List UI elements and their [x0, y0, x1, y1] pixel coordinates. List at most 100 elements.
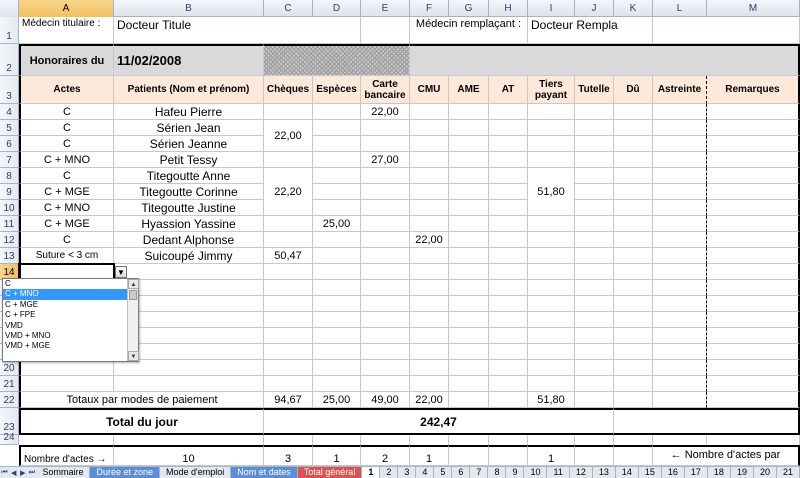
data-cell[interactable] — [614, 152, 653, 168]
total-carte[interactable]: 49,00 — [361, 392, 410, 408]
nombre-du[interactable] — [614, 445, 653, 466]
empty-cell[interactable] — [361, 264, 410, 280]
spacer-cell[interactable] — [410, 435, 449, 445]
header-12[interactable]: Remarques — [707, 76, 800, 104]
column-header-C[interactable]: C — [264, 0, 313, 17]
empty-cell[interactable] — [489, 344, 528, 360]
empty-cell[interactable] — [575, 312, 614, 328]
scroll-thumb[interactable] — [129, 290, 137, 300]
header-10[interactable]: Dû — [614, 76, 653, 104]
data-cell[interactable] — [449, 136, 489, 152]
data-cell[interactable] — [489, 200, 528, 216]
sheet-tab[interactable]: 17 — [685, 466, 708, 478]
empty-cell[interactable] — [528, 312, 575, 328]
row-header-2[interactable]: 2 — [0, 44, 19, 76]
sheet-tab[interactable]: 19 — [731, 466, 754, 478]
data-cell[interactable] — [528, 104, 575, 120]
scroll-down-icon[interactable]: ▼ — [128, 351, 139, 361]
data-cell[interactable] — [528, 152, 575, 168]
honoraires-label[interactable]: Honoraires du — [19, 44, 114, 76]
empty-cell[interactable] — [313, 376, 361, 392]
row-header-21[interactable]: 21 — [0, 376, 19, 392]
data-cell[interactable] — [313, 104, 361, 120]
sheet-tab[interactable]: 5 — [434, 466, 453, 478]
data-cell[interactable] — [575, 200, 614, 216]
empty-cell[interactable] — [489, 280, 528, 296]
sheet-tab[interactable]: Durée et zone — [90, 466, 160, 478]
acte-cell[interactable]: C — [19, 136, 114, 152]
empty-cell[interactable] — [264, 312, 313, 328]
merged-cheque-5-6[interactable]: 22,00 — [264, 120, 313, 152]
empty-cell[interactable] — [614, 296, 653, 312]
data-cell[interactable] — [614, 104, 653, 120]
empty-cell[interactable] — [528, 328, 575, 344]
empty-cell[interactable] — [653, 264, 707, 280]
empty-cell[interactable] — [361, 280, 410, 296]
empty-cell[interactable] — [653, 280, 707, 296]
patient-name[interactable]: Petit Tessy — [114, 152, 264, 168]
data-cell[interactable] — [707, 168, 800, 184]
data-cell[interactable] — [410, 216, 449, 232]
empty-cell[interactable] — [410, 264, 449, 280]
data-cell[interactable] — [361, 248, 410, 264]
row-header-7[interactable]: 7 — [0, 152, 19, 168]
acte-cell[interactable]: Suture < 3 cm — [19, 248, 114, 264]
data-cell[interactable] — [313, 184, 361, 200]
data-cell[interactable] — [410, 248, 449, 264]
sheet-tab[interactable]: 4 — [416, 466, 435, 478]
empty-cell[interactable] — [653, 376, 707, 392]
header-8[interactable]: Tiers payant — [528, 76, 575, 104]
data-cell[interactable] — [410, 152, 449, 168]
data-cell[interactable] — [264, 232, 313, 248]
data-cell[interactable] — [410, 136, 449, 152]
dropdown-scrollbar[interactable]: ▲ ▼ — [127, 279, 139, 361]
row-header-9[interactable]: 9 — [0, 184, 19, 200]
sheet-tab[interactable]: 16 — [662, 466, 685, 478]
sheet-tab[interactable]: Total général — [297, 466, 363, 478]
total-jour-filler[interactable] — [614, 408, 800, 435]
column-header-M[interactable]: M — [707, 0, 800, 17]
total-cmu[interactable]: 22,00 — [410, 392, 449, 408]
data-cell[interactable] — [449, 120, 489, 136]
data-cell[interactable] — [575, 168, 614, 184]
patient-name[interactable]: Hafeu Pierre — [114, 104, 264, 120]
data-cell[interactable] — [575, 136, 614, 152]
data-cell[interactable] — [653, 232, 707, 248]
tab-nav-icon[interactable]: ◀ — [9, 469, 18, 477]
merged-cheque-8-10[interactable]: 22,20 — [264, 168, 313, 216]
dropdown-option[interactable]: C + MGE — [3, 300, 138, 310]
dropdown-option[interactable]: C — [3, 279, 138, 289]
empty-cell[interactable] — [313, 264, 361, 280]
patient-name[interactable]: Hyassion Yassine — [114, 216, 264, 232]
empty-cell[interactable] — [614, 344, 653, 360]
empty-cell[interactable] — [528, 264, 575, 280]
data-cell[interactable] — [361, 232, 410, 248]
total-astreinte[interactable] — [653, 392, 707, 408]
cell-E1[interactable] — [361, 17, 410, 44]
empty-cell[interactable] — [264, 376, 313, 392]
column-header-D[interactable]: D — [313, 0, 361, 17]
empty-cell[interactable] — [313, 360, 361, 376]
empty-cell[interactable] — [614, 376, 653, 392]
dropdown-option[interactable]: VMD + MNO — [3, 331, 138, 341]
data-cell[interactable] — [410, 104, 449, 120]
column-header-E[interactable]: E — [361, 0, 410, 17]
data-cell[interactable] — [410, 200, 449, 216]
data-cell[interactable] — [575, 216, 614, 232]
empty-cell[interactable] — [707, 328, 800, 344]
empty-cell[interactable] — [361, 376, 410, 392]
empty-cell[interactable] — [449, 376, 489, 392]
nombre-carte[interactable]: 2 — [361, 445, 410, 466]
data-cell[interactable] — [264, 104, 313, 120]
empty-cell[interactable] — [614, 360, 653, 376]
header-4[interactable]: Carte bancaire — [361, 76, 410, 104]
empty-cell[interactable] — [528, 296, 575, 312]
nombre-note[interactable]: ← Nombre d'actes par — [653, 445, 800, 466]
data-cell[interactable] — [707, 232, 800, 248]
data-cell[interactable] — [489, 104, 528, 120]
nombre-tutelle[interactable] — [575, 445, 614, 466]
data-cell[interactable] — [449, 248, 489, 264]
nombre-cheques[interactable]: 3 — [264, 445, 313, 466]
empty-cell[interactable] — [528, 280, 575, 296]
empty-cell[interactable] — [410, 328, 449, 344]
